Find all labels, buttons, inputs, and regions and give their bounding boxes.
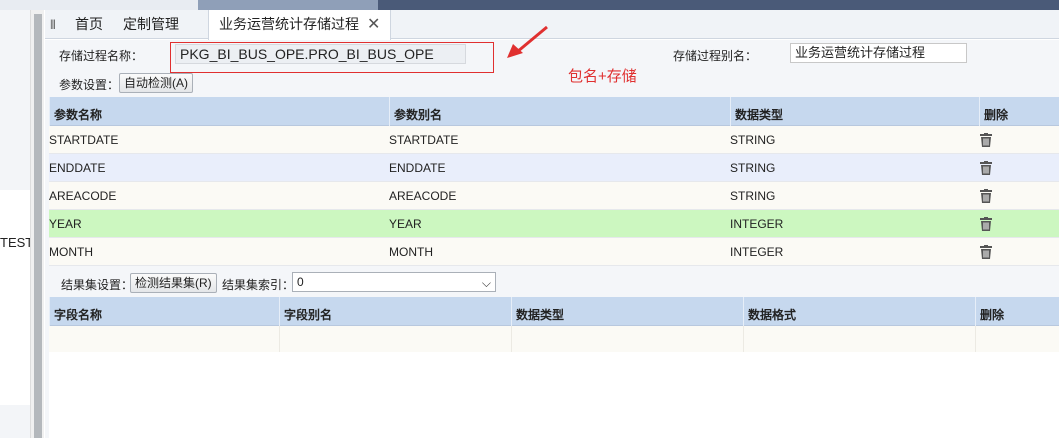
close-icon[interactable]: ✕ (367, 16, 380, 33)
cell-param-name[interactable]: ENDDATE (49, 154, 105, 182)
cell-data-type[interactable]: INTEGER (730, 210, 783, 238)
empty-cell-divider (975, 326, 976, 352)
cell-param-name[interactable]: MONTH (49, 238, 93, 266)
header-field-format: 数据格式 (743, 297, 975, 326)
empty-cell-divider (743, 326, 744, 352)
table-row[interactable]: MONTH MONTH INTEGER (49, 238, 1059, 266)
proc-alias-input[interactable]: 业务运营统计存储过程 (790, 43, 967, 63)
trash-icon[interactable] (980, 161, 992, 175)
trash-icon[interactable] (980, 133, 992, 147)
table-row-selected[interactable]: YEAR YEAR INTEGER (49, 210, 1059, 238)
tab-home[interactable]: 首页 (75, 10, 103, 39)
cell-data-type[interactable]: STRING (730, 154, 775, 182)
result-index-label: 结果集索引： (222, 278, 295, 292)
left-panel-band (0, 190, 30, 405)
cell-param-name[interactable]: AREACODE (49, 182, 116, 210)
tab-custom-management[interactable]: 定制管理 (123, 10, 179, 39)
vertical-scrollbar[interactable] (30, 10, 44, 438)
cell-param-alias[interactable]: MONTH (389, 238, 433, 266)
tab-custom-management-label: 定制管理 (123, 16, 179, 32)
annotation-box (170, 42, 494, 73)
arrow-annotation-icon (507, 25, 548, 58)
trash-icon[interactable] (980, 189, 992, 203)
header-field-name: 字段名称 (49, 297, 279, 326)
tab-business-proc[interactable]: 业务运营统计存储过程 ✕ (208, 10, 392, 40)
fields-grid-header: 字段名称 字段别名 数据类型 数据格式 删除 (49, 297, 1059, 326)
top-bar-mid (198, 0, 378, 10)
proc-name-label: 存储过程名称： (59, 49, 144, 63)
result-index-value: 0 (297, 275, 304, 289)
tab-grip-icon[interactable]: ||| (50, 19, 56, 30)
cell-param-name[interactable]: STARTDATE (49, 126, 118, 154)
cell-param-alias[interactable]: STARTDATE (389, 126, 458, 154)
header-field-type: 数据类型 (511, 297, 743, 326)
tab-business-proc-label: 业务运营统计存储过程 (219, 16, 359, 32)
top-bar-left (0, 0, 198, 10)
param-settings-label: 参数设置： (59, 78, 120, 92)
annotation-text: 包名+存储 (568, 68, 637, 85)
trash-icon[interactable] (980, 245, 992, 259)
result-settings-label: 结果集设置： (61, 278, 134, 292)
table-row[interactable]: ENDDATE ENDDATE STRING (49, 154, 1059, 182)
empty-row[interactable] (49, 326, 1059, 352)
fields-grid: 字段名称 字段别名 数据类型 数据格式 删除 (49, 297, 1059, 438)
params-grid: 参数名称 参数别名 数据类型 删除 STARTDATE STARTDATE ST… (49, 97, 1059, 266)
empty-cell-divider (511, 326, 512, 352)
cell-param-name[interactable]: YEAR (49, 210, 82, 238)
chevron-down-icon[interactable]: ⌵ (482, 274, 491, 292)
header-data-type: 数据类型 (730, 97, 979, 126)
header-field-delete: 删除 (975, 297, 1059, 326)
header-delete: 删除 (979, 97, 1059, 126)
proc-alias-label: 存储过程别名： (673, 49, 758, 63)
cell-data-type[interactable]: INTEGER (730, 238, 783, 266)
top-bar (0, 0, 1059, 10)
empty-cell-divider (279, 326, 280, 352)
tab-bar: ||| 首页 定制管理 业务运营统计存储过程 ✕ (45, 10, 1059, 40)
auto-detect-button[interactable]: 自动检测(A) (119, 73, 193, 93)
trash-icon[interactable] (980, 217, 992, 231)
scrollbar-thumb[interactable] (34, 14, 42, 438)
left-panel-text: TEST (0, 235, 34, 250)
cell-data-type[interactable]: STRING (730, 182, 775, 210)
left-panel: TEST (0, 10, 34, 438)
header-param-alias: 参数别名 (389, 97, 730, 126)
header-field-alias: 字段别名 (279, 297, 511, 326)
cell-data-type[interactable]: STRING (730, 126, 775, 154)
table-row[interactable]: AREACODE AREACODE STRING (49, 182, 1059, 210)
cell-param-alias[interactable]: AREACODE (389, 182, 456, 210)
header-param-name: 参数名称 (49, 97, 389, 126)
detect-result-button[interactable]: 检测结果集(R) (130, 273, 217, 293)
table-row[interactable]: STARTDATE STARTDATE STRING (49, 126, 1059, 154)
cell-param-alias[interactable]: ENDDATE (389, 154, 445, 182)
result-index-select[interactable]: 0 ⌵ (292, 272, 496, 292)
tab-home-label: 首页 (75, 16, 103, 32)
cell-param-alias[interactable]: YEAR (389, 210, 422, 238)
params-grid-header: 参数名称 参数别名 数据类型 删除 (49, 97, 1059, 126)
